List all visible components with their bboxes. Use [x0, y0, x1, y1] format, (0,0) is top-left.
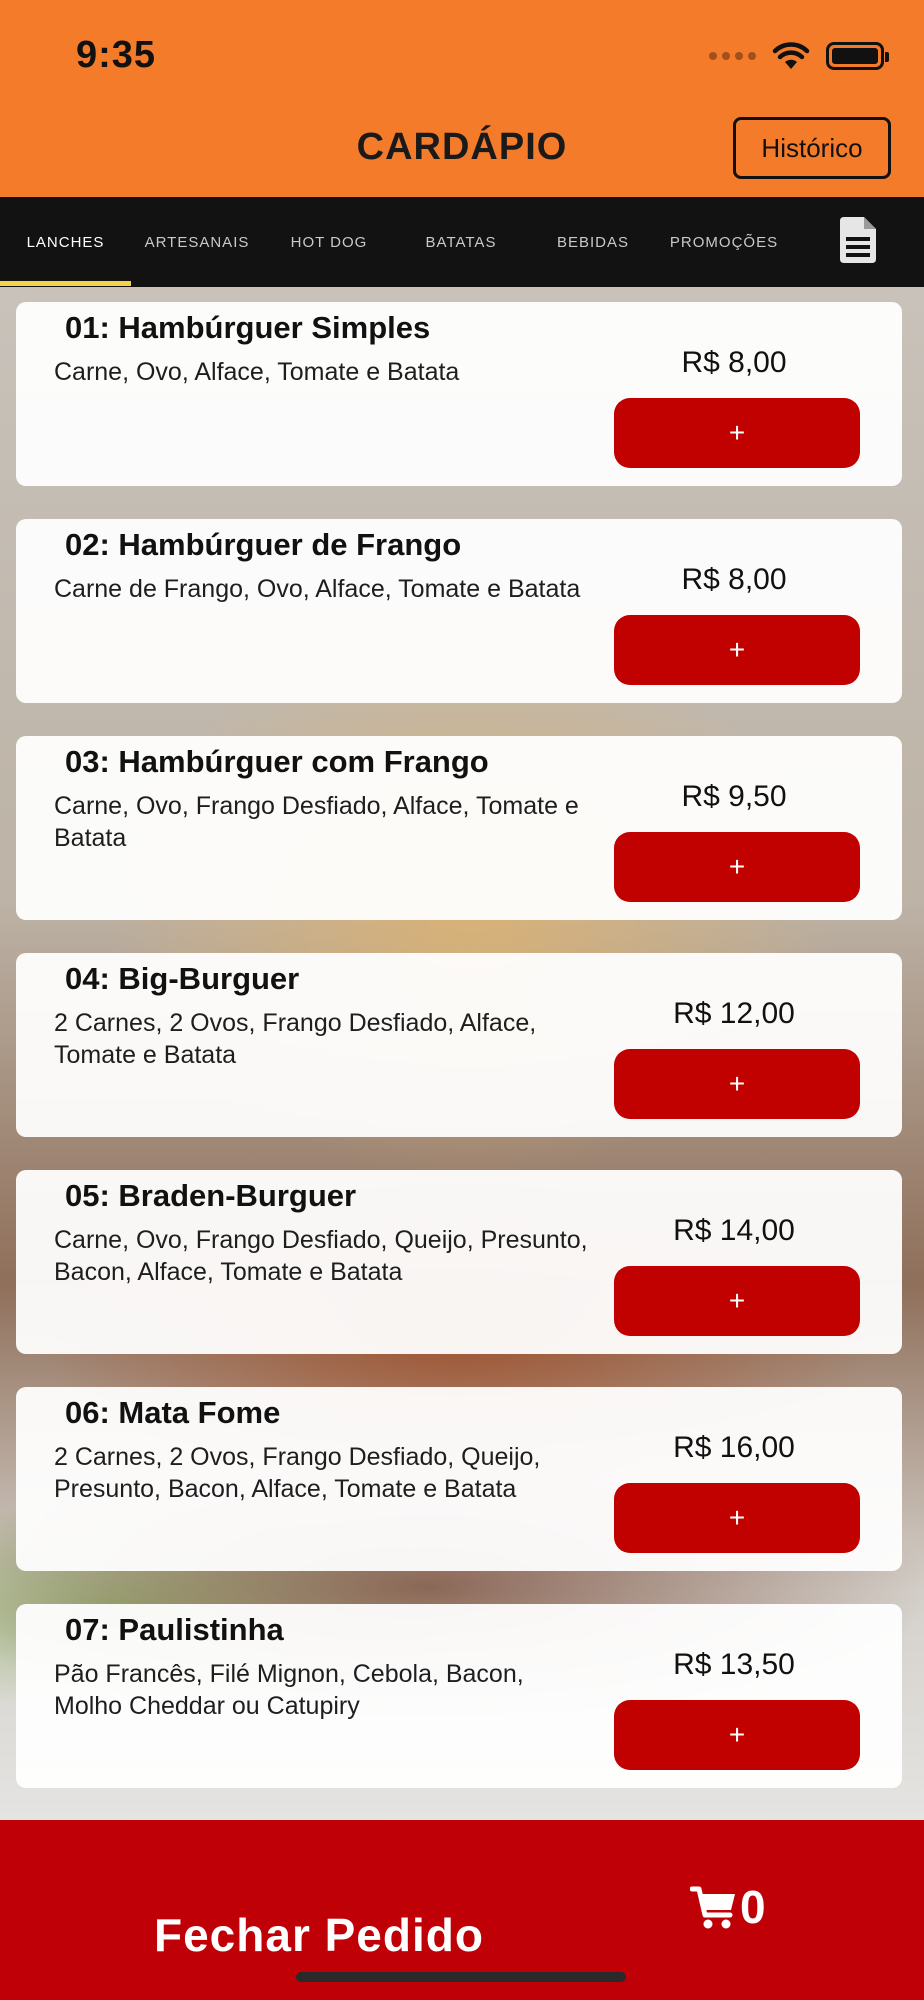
menu-item-card: 07: Paulistinha Pão Francês, Filé Mignon…	[16, 1604, 902, 1788]
menu-item-title: 06: Mata Fome	[65, 1395, 281, 1430]
menu-item-description: Pão Francês, Filé Mignon, Cebola, Bacon,…	[54, 1660, 524, 1720]
menu-item-card: 04: Big-Burguer 2 Carnes, 2 Ovos, Frango…	[16, 953, 902, 1137]
menu-item-card: 05: Braden-Burguer Carne, Ovo, Frango De…	[16, 1170, 902, 1354]
history-button[interactable]: Histórico	[733, 117, 891, 179]
menu-item-description: Carne, Ovo, Frango Desfiado, Alface, Tom…	[54, 792, 579, 852]
menu-item-card: 02: Hambúrguer de Frango Carne de Frango…	[16, 519, 902, 703]
menu-item-price: R$ 8,00	[681, 563, 787, 596]
menu-item-card: 06: Mata Fome 2 Carnes, 2 Ovos, Frango D…	[16, 1387, 902, 1571]
menu-item-price: R$ 8,00	[681, 346, 787, 379]
menu-item-price: R$ 14,00	[673, 1214, 795, 1247]
cart-button[interactable]: 0	[690, 1880, 766, 1934]
active-tab-indicator	[0, 281, 131, 286]
menu-item-title: 03: Hambúrguer com Frango	[65, 744, 489, 779]
document-icon[interactable]	[836, 217, 880, 263]
menu-list[interactable]: 01: Hambúrguer Simples Carne, Ovo, Alfac…	[0, 287, 924, 1820]
add-to-order-button[interactable]: +	[614, 1049, 860, 1119]
cart-icon	[690, 1886, 735, 1929]
menu-item-price: R$ 12,00	[673, 997, 795, 1030]
tab-artesanais[interactable]: ARTESANAIS	[131, 197, 263, 287]
menu-item-description: Carne de Frango, Ovo, Alface, Tomate e B…	[54, 575, 581, 603]
wifi-icon	[772, 42, 810, 69]
menu-item-description: Carne, Ovo, Alface, Tomate e Batata	[54, 358, 460, 386]
menu-item-title: 01: Hambúrguer Simples	[65, 310, 431, 345]
menu-item-description: Carne, Ovo, Frango Desfiado, Queijo, Pre…	[54, 1226, 588, 1286]
add-to-order-button[interactable]: +	[614, 1700, 860, 1770]
menu-item-title: 04: Big-Burguer	[65, 961, 300, 996]
tab-promocoes[interactable]: PROMOÇÕES	[659, 197, 789, 287]
menu-item-price: R$ 13,50	[673, 1648, 795, 1681]
category-tab-bar: LANCHES ARTESANAIS HOT DOG BATATAS BEBID…	[0, 197, 924, 287]
menu-item-title: 07: Paulistinha	[65, 1612, 284, 1647]
menu-item-description: 2 Carnes, 2 Ovos, Frango Desfiado, Alfac…	[54, 1009, 537, 1069]
tab-lanches[interactable]: LANCHES	[0, 197, 131, 287]
menu-item-card: 01: Hambúrguer Simples Carne, Ovo, Alfac…	[16, 302, 902, 486]
tab-bebidas[interactable]: BEBIDAS	[527, 197, 659, 287]
add-to-order-button[interactable]: +	[614, 398, 860, 468]
menu-item-description: 2 Carnes, 2 Ovos, Frango Desfiado, Queij…	[54, 1443, 541, 1503]
cellular-signal-icon	[709, 52, 756, 60]
battery-icon	[826, 42, 889, 70]
cart-count: 0	[740, 1881, 766, 1933]
home-indicator	[296, 1972, 626, 1982]
add-to-order-button[interactable]: +	[614, 832, 860, 902]
checkout-button[interactable]: Fechar Pedido	[154, 1908, 484, 1962]
add-to-order-button[interactable]: +	[614, 1266, 860, 1336]
tab-hot-dog[interactable]: HOT DOG	[263, 197, 395, 287]
menu-item-price: R$ 16,00	[673, 1431, 795, 1464]
status-bar: 9:35	[0, 0, 924, 110]
tab-batatas[interactable]: BATATAS	[395, 197, 527, 287]
menu-item-title: 02: Hambúrguer de Frango	[65, 527, 462, 562]
menu-item-title: 05: Braden-Burguer	[65, 1178, 357, 1213]
menu-item-card: 03: Hambúrguer com Frango Carne, Ovo, Fr…	[16, 736, 902, 920]
header: CARDÁPIO Histórico	[0, 110, 924, 197]
status-time: 9:35	[76, 34, 157, 76]
checkout-bar[interactable]: Fechar Pedido 0	[0, 1820, 924, 2000]
menu-item-price: R$ 9,50	[681, 780, 787, 813]
add-to-order-button[interactable]: +	[614, 1483, 860, 1553]
status-icons	[709, 38, 889, 74]
add-to-order-button[interactable]: +	[614, 615, 860, 685]
